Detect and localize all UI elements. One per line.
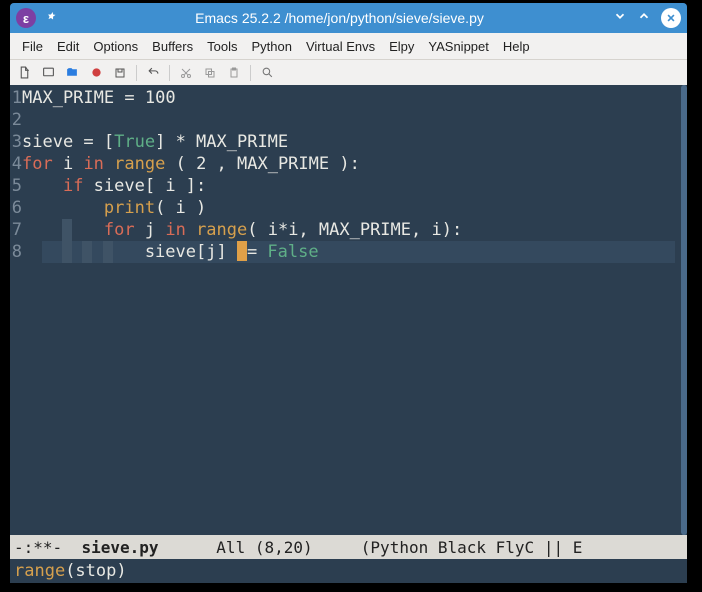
code-line[interactable]: 3sieve = [True] * MAX_PRIME: [10, 131, 681, 153]
code-content: sieve[j] = False: [22, 241, 319, 263]
code-content: for i in range ( 2 , MAX_PRIME ):: [22, 153, 360, 175]
window-controls: [613, 8, 681, 28]
paste-icon[interactable]: [226, 65, 242, 81]
code-line[interactable]: 4for i in range ( 2 , MAX_PRIME ):: [10, 153, 681, 175]
code-line[interactable]: 7 for j in range( i*i, MAX_PRIME, i):: [10, 219, 681, 241]
line-number: 8: [10, 241, 22, 263]
eldoc-args: (stop): [65, 561, 126, 581]
menu-elpy[interactable]: Elpy: [383, 36, 420, 57]
eldoc-fn: range: [14, 561, 65, 581]
line-number: 3: [10, 131, 22, 153]
line-number: 2: [10, 109, 22, 131]
menu-yasnippet[interactable]: YASnippet: [422, 36, 494, 57]
scrollbar-vertical[interactable]: [681, 85, 687, 535]
menu-python[interactable]: Python: [245, 36, 297, 57]
save-icon[interactable]: [112, 65, 128, 81]
modeline[interactable]: -:**- sieve.py All (8,20) (Python Black …: [10, 535, 687, 559]
new-file-icon[interactable]: [16, 65, 32, 81]
line-number: 7: [10, 219, 22, 241]
menu-tools[interactable]: Tools: [201, 36, 243, 57]
maximize-button[interactable]: [637, 9, 651, 27]
code-lines: 1MAX_PRIME = 10023sieve = [True] * MAX_P…: [10, 85, 681, 263]
app-icon: ε: [16, 8, 36, 28]
menu-file[interactable]: File: [16, 36, 49, 57]
code-content: if sieve[ i ]:: [22, 175, 206, 197]
menu-virtual-envs[interactable]: Virtual Envs: [300, 36, 381, 57]
code-line[interactable]: 6 print( i ): [10, 197, 681, 219]
line-number: 6: [10, 197, 22, 219]
titlebar[interactable]: ε Emacs 25.2.2 /home/jon/python/sieve/si…: [10, 3, 687, 33]
menubar: File Edit Options Buffers Tools Python V…: [10, 33, 687, 59]
undo-icon[interactable]: [145, 65, 161, 81]
code-line[interactable]: 8 sieve[j] = False: [10, 241, 681, 263]
code-line[interactable]: 2: [10, 109, 681, 131]
emacs-window: ε Emacs 25.2.2 /home/jon/python/sieve/si…: [10, 3, 687, 583]
pin-icon[interactable]: [46, 10, 58, 26]
line-number: 1: [10, 87, 22, 109]
menu-buffers[interactable]: Buffers: [146, 36, 199, 57]
menu-help[interactable]: Help: [497, 36, 536, 57]
toolbar: [10, 59, 687, 85]
modeline-filename: sieve.py: [81, 538, 158, 557]
copy-icon[interactable]: [202, 65, 218, 81]
folder-icon[interactable]: [64, 65, 80, 81]
line-number: 5: [10, 175, 22, 197]
code-content: print( i ): [22, 197, 206, 219]
minibuffer[interactable]: range(stop): [10, 559, 687, 583]
toolbar-separator: [136, 65, 137, 81]
toolbar-separator: [250, 65, 251, 81]
toolbar-separator: [169, 65, 170, 81]
code-editor[interactable]: 1MAX_PRIME = 10023sieve = [True] * MAX_P…: [10, 85, 687, 535]
text-cursor: [237, 241, 247, 261]
modeline-position: All (8,20) (Python Black FlyC || E: [159, 538, 583, 557]
stop-icon[interactable]: [88, 65, 104, 81]
line-number: 4: [10, 153, 22, 175]
search-icon[interactable]: [259, 65, 275, 81]
modeline-modified: -:**-: [14, 538, 81, 557]
close-button[interactable]: [661, 8, 681, 28]
code-line[interactable]: 1MAX_PRIME = 100: [10, 87, 681, 109]
code-content: MAX_PRIME = 100: [22, 87, 176, 109]
minimize-button[interactable]: [613, 9, 627, 27]
open-file-icon[interactable]: [40, 65, 56, 81]
menu-edit[interactable]: Edit: [51, 36, 85, 57]
code-content: for j in range( i*i, MAX_PRIME, i):: [22, 219, 462, 241]
code-line[interactable]: 5 if sieve[ i ]:: [10, 175, 681, 197]
menu-options[interactable]: Options: [87, 36, 144, 57]
window-title: Emacs 25.2.2 /home/jon/python/sieve/siev…: [66, 10, 613, 26]
code-content: sieve = [True] * MAX_PRIME: [22, 131, 288, 153]
cut-icon[interactable]: [178, 65, 194, 81]
